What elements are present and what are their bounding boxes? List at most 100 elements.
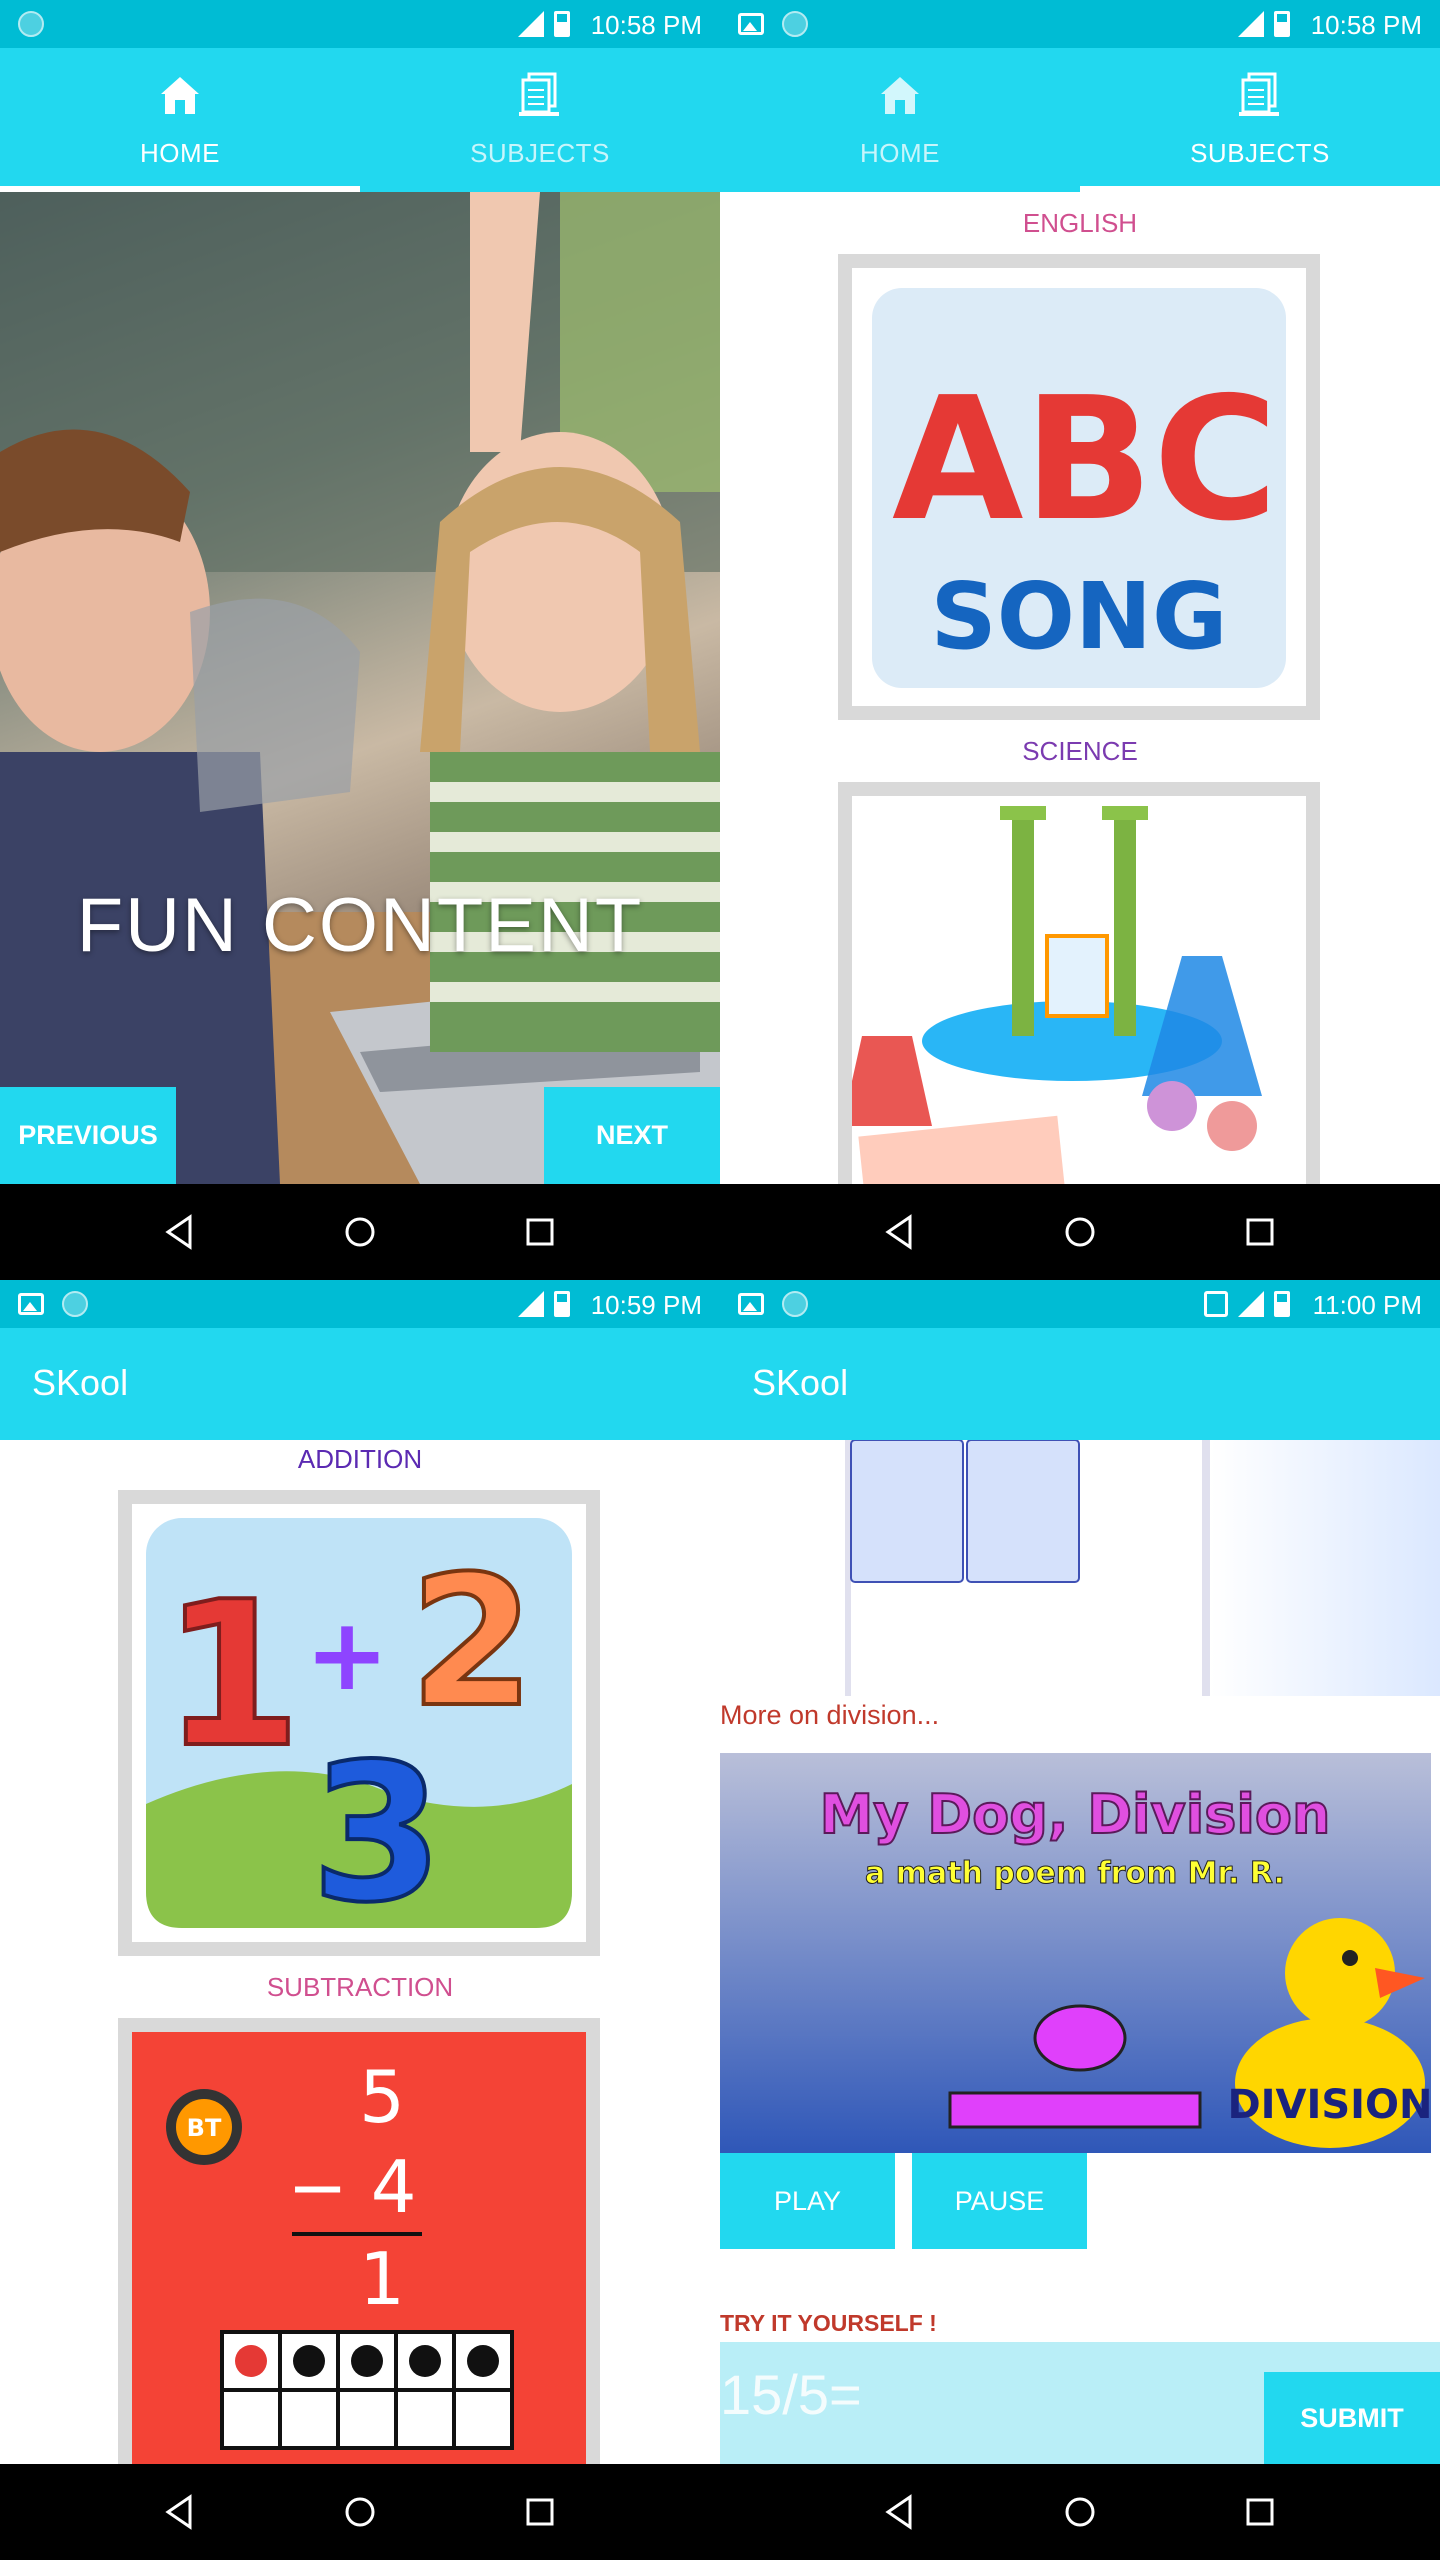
notification-dot-icon — [782, 11, 808, 37]
next-button[interactable]: NEXT — [544, 1087, 720, 1184]
app-title: SKool — [752, 1362, 849, 1403]
subjects-screen: 10:58 PM HOME SUBJECTS ENGLISH ABC SONG … — [720, 0, 1440, 1280]
answer-box: SUBMIT — [720, 2342, 1440, 2464]
tab-subjects[interactable]: SUBJECTS — [360, 48, 720, 192]
division-screen: 11:00 PM SKool More on division... My Do… — [720, 1280, 1440, 2560]
video-subtitle: a math poem from Mr. R. — [865, 1856, 1285, 1891]
subject-label-english: ENGLISH — [1022, 208, 1138, 238]
pause-button[interactable]: PAUSE — [912, 2153, 1087, 2249]
battery-icon — [554, 11, 570, 37]
signal-icon — [1238, 11, 1264, 37]
play-button[interactable]: PLAY — [720, 2153, 895, 2249]
tab-home-label: HOME — [140, 138, 220, 168]
notification-dot-icon — [18, 11, 44, 37]
tab-home[interactable]: HOME — [0, 48, 360, 192]
status-time: 10:59 PM — [590, 1290, 702, 1320]
documents-icon — [1239, 72, 1279, 116]
system-nav-bar — [0, 1184, 720, 1280]
digit-three: 3 — [311, 1723, 443, 1942]
home-icon — [161, 77, 199, 114]
digit-one: 1 — [162, 1559, 301, 1792]
topic-label-subtraction: SUBTRACTION — [266, 1972, 454, 2002]
science-kit-image — [852, 796, 1306, 1188]
recents-icon[interactable] — [1240, 1212, 1280, 1252]
division-video[interactable]: My Dog, Division a math poem from Mr. R.… — [720, 1753, 1431, 2153]
back-icon[interactable] — [880, 1212, 920, 1252]
status-time: 10:58 PM — [1310, 10, 1422, 40]
status-time: 10:58 PM — [590, 10, 702, 40]
recents-icon[interactable] — [520, 2492, 560, 2532]
home-nav-icon[interactable] — [340, 1212, 380, 1252]
signal-icon — [518, 11, 544, 37]
battery-icon — [554, 1291, 570, 1317]
tab-subjects[interactable]: SUBJECTS — [1080, 48, 1440, 192]
tab-subjects-label: SUBJECTS — [1190, 138, 1330, 168]
home-icon — [881, 77, 919, 114]
app-bar: SKool — [0, 1328, 720, 1440]
system-nav-bar — [720, 1184, 1440, 1280]
documents-icon — [519, 72, 559, 116]
song-word: SONG — [931, 563, 1228, 670]
addition-card[interactable]: 1 + 2 3 — [118, 1490, 600, 1956]
hero-caption: FUN CONTENT — [76, 883, 644, 968]
division-diagram-image — [720, 1440, 1440, 1696]
math-topics-screen: 10:59 PM SKool ADDITION 1 + 2 3 SUBTRACT… — [0, 1280, 720, 2560]
video-badge: DIVISION — [1227, 2082, 1431, 2128]
home-nav-icon[interactable] — [1060, 2492, 1100, 2532]
kids-photo — [0, 192, 720, 1184]
back-icon[interactable] — [160, 1212, 200, 1252]
notification-dot-icon — [782, 1291, 808, 1317]
image-notification-icon — [738, 1293, 764, 1315]
subtraction-card[interactable]: BT 5 − 4 1 — [118, 2018, 600, 2488]
english-card[interactable]: ABC SONG — [838, 254, 1320, 720]
digit-two: 2 — [409, 1538, 534, 1747]
plus-sign: + — [305, 1596, 389, 1713]
app-title: SKool — [32, 1362, 129, 1403]
recents-icon[interactable] — [520, 1212, 560, 1252]
signal-icon — [1238, 1291, 1264, 1317]
difference: 1 — [359, 2237, 405, 2321]
tab-home[interactable]: HOME — [720, 48, 1080, 192]
abc-song-image: ABC SONG — [872, 288, 1286, 688]
status-bar: 10:59 PM — [0, 1280, 720, 1328]
abc-letters: ABC — [892, 361, 1278, 559]
subtrahend: − 4 — [287, 2145, 416, 2229]
video-title: My Dog, Division — [820, 1783, 1331, 1846]
home-screen: 10:58 PM HOME SUBJECTS FUN CONTENT PREVI… — [0, 0, 720, 1280]
app-bar: SKool — [720, 1328, 1440, 1440]
status-bar: 10:58 PM — [720, 0, 1440, 48]
tab-home-label: HOME — [860, 138, 940, 168]
back-icon[interactable] — [160, 2492, 200, 2532]
image-notification-icon — [738, 13, 764, 35]
addition-image: 1 + 2 3 — [146, 1518, 572, 1942]
status-bar: 10:58 PM — [0, 0, 720, 48]
system-nav-bar — [720, 2464, 1440, 2560]
vibrate-icon — [1204, 1291, 1228, 1317]
previous-button[interactable]: PREVIOUS — [0, 1087, 176, 1184]
video-thumbnail: My Dog, Division a math poem from Mr. R.… — [720, 1753, 1431, 2153]
status-bar: 11:00 PM — [720, 1280, 1440, 1328]
tab-bar: HOME SUBJECTS — [0, 48, 720, 192]
status-time: 11:00 PM — [1312, 1290, 1422, 1320]
science-card[interactable] — [838, 782, 1320, 1202]
minuend: 5 — [359, 2055, 405, 2139]
answer-input[interactable] — [720, 2354, 1260, 2434]
try-it-label: TRY IT YOURSELF ! — [720, 2310, 937, 2336]
battery-icon — [1274, 1291, 1290, 1317]
tab-subjects-label: SUBJECTS — [470, 138, 610, 168]
hero-slide: FUN CONTENT — [0, 192, 720, 1184]
tab-bar: HOME SUBJECTS — [720, 48, 1440, 192]
subject-label-science: SCIENCE — [1022, 736, 1138, 766]
system-nav-bar — [0, 2464, 720, 2560]
recents-icon[interactable] — [1240, 2492, 1280, 2532]
more-on-division-link[interactable]: More on division... — [720, 1700, 939, 1731]
back-icon[interactable] — [880, 2492, 920, 2532]
subtraction-image: BT 5 − 4 1 — [132, 2032, 586, 2474]
image-notification-icon — [18, 1293, 44, 1315]
home-nav-icon[interactable] — [340, 2492, 380, 2532]
home-nav-icon[interactable] — [1060, 1212, 1100, 1252]
battery-icon — [1274, 11, 1290, 37]
signal-icon — [518, 1291, 544, 1317]
notification-dot-icon — [62, 1291, 88, 1317]
submit-button[interactable]: SUBMIT — [1264, 2372, 1440, 2464]
